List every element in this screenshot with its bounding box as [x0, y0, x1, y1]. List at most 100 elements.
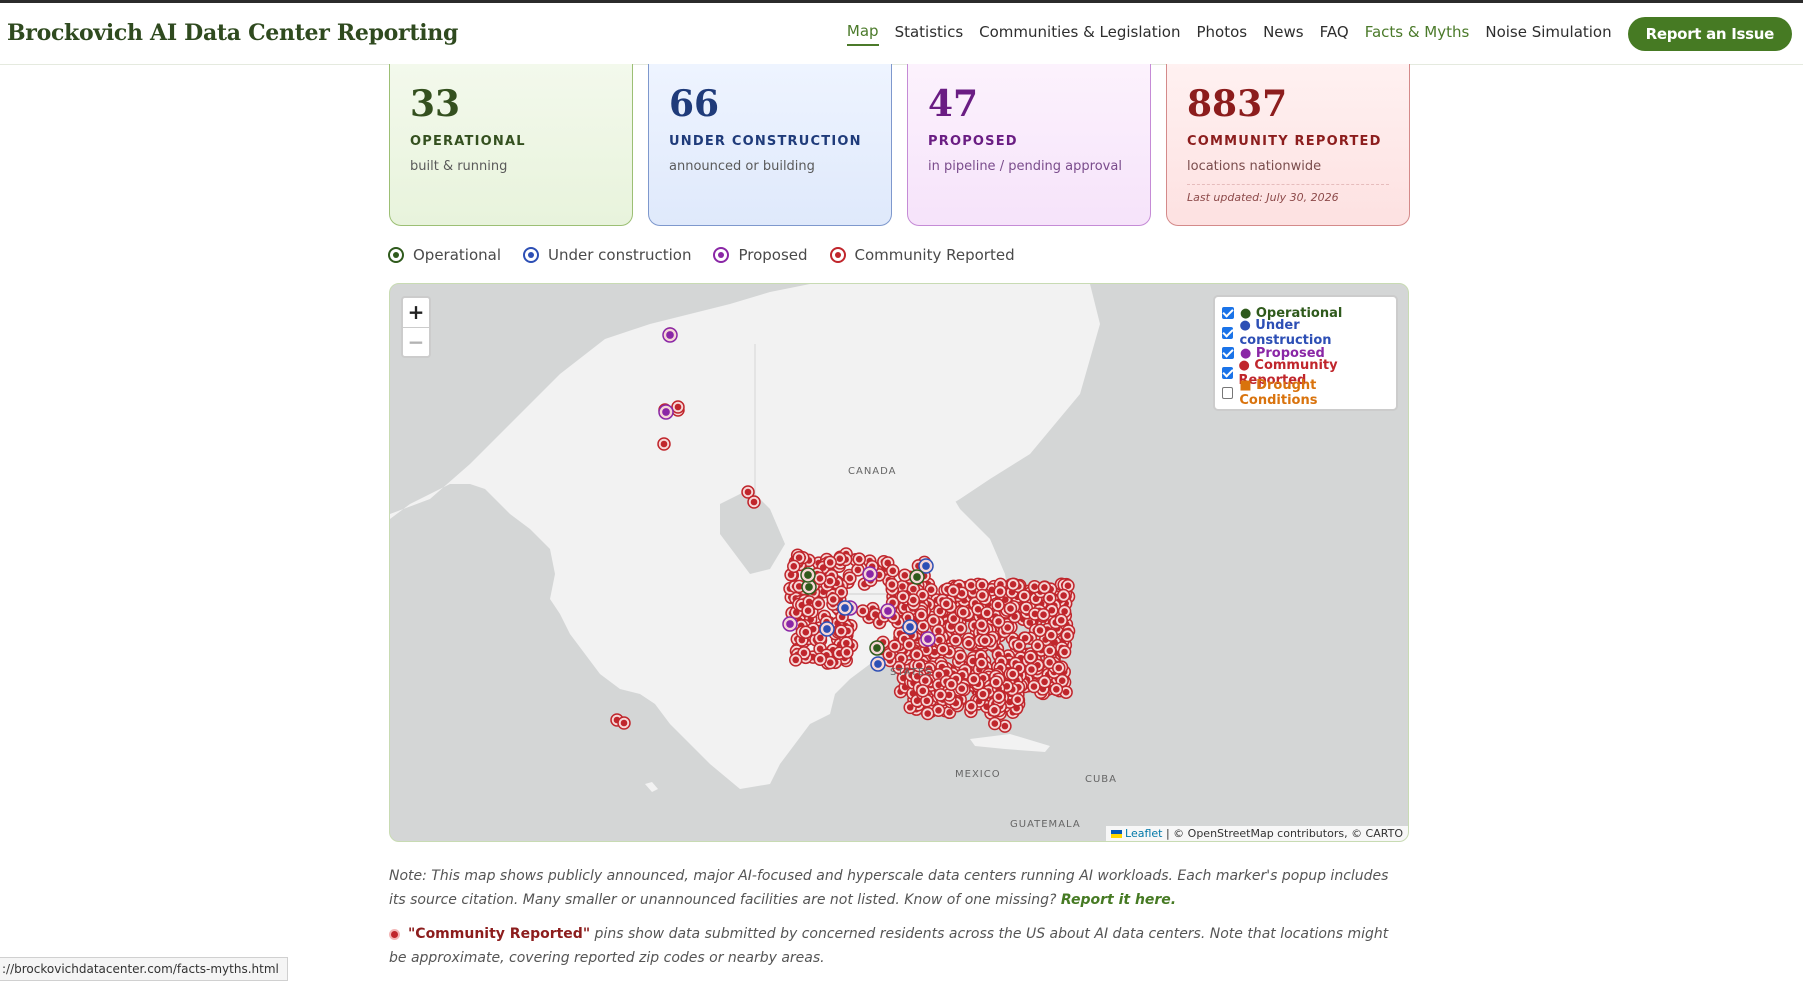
map-marker-core: [838, 588, 845, 596]
map-marker-core: [826, 559, 834, 566]
map-marker-core: [959, 608, 967, 616]
map-marker-core: [950, 615, 957, 622]
map-marker-core: [843, 649, 851, 656]
map-marker-core: [995, 618, 1002, 625]
label-mexico: MEXICO: [955, 769, 1001, 780]
legend-proposed: Proposed: [713, 246, 808, 264]
map-marker-core: [906, 623, 914, 631]
data-center-map[interactable]: CANADA STATES MEXICO CUBA GUATEMALA + − …: [389, 283, 1409, 842]
legend-under-construction: Under construction: [523, 246, 691, 264]
community-note: "Community Reported" pins show data subm…: [389, 922, 1389, 970]
map-marker-core: [805, 583, 813, 591]
map-marker-core: [855, 555, 863, 563]
map-marker-core: [936, 636, 943, 644]
nav-communities-legislation[interactable]: Communities & Legislation: [979, 23, 1180, 45]
map-marker-core: [1015, 642, 1023, 649]
nav-news[interactable]: News: [1263, 23, 1304, 45]
legend-label: Under construction: [548, 246, 692, 264]
ukraine-flag-icon: [1111, 830, 1123, 838]
card-number: 47: [928, 83, 979, 125]
nav-facts-myths[interactable]: Facts & Myths: [1365, 23, 1470, 45]
map-marker-core: [919, 622, 927, 630]
map-marker-core: [1047, 631, 1055, 639]
site-brand[interactable]: Brockovich AI Data Center Reporting: [7, 20, 458, 46]
map-marker-core: [957, 625, 964, 632]
map-marker-core: [804, 571, 812, 579]
checkbox-unchecked-icon[interactable]: [1222, 387, 1234, 399]
community-reported-label: "Community Reported": [408, 926, 591, 942]
marker-legend: Operational Under construction Proposed …: [388, 246, 1037, 264]
map-marker-core: [873, 644, 881, 652]
nav-statistics[interactable]: Statistics: [895, 23, 964, 45]
legend-operational: Operational: [388, 246, 501, 264]
layer-under-construction[interactable]: ● Under construction: [1222, 318, 1389, 348]
card-subtitle: built & running: [410, 159, 508, 174]
map-marker-core: [1064, 632, 1071, 639]
map-marker-core: [913, 573, 921, 581]
nav-photos[interactable]: Photos: [1196, 23, 1247, 45]
map-marker-core: [1046, 647, 1054, 655]
layer-label: ● Under construction: [1239, 318, 1332, 348]
card-number: 33: [410, 83, 461, 125]
map-marker-core: [948, 680, 955, 688]
map-marker-core: [790, 563, 798, 570]
map-marker-core: [660, 440, 668, 448]
map-marker-core: [815, 600, 822, 607]
map-marker-core: [1058, 677, 1066, 684]
attribution-text: | © OpenStreetMap contributors, © CARTO: [1162, 827, 1403, 840]
report-it-here-link[interactable]: Report it here.: [1061, 892, 1176, 908]
map-marker-core: [826, 577, 834, 585]
map-marker-core: [786, 620, 794, 628]
nav-map[interactable]: Map: [846, 22, 879, 46]
checkbox-checked-icon[interactable]: [1222, 347, 1234, 359]
card-subtitle: in pipeline / pending approval: [928, 159, 1122, 174]
map-marker-core: [1062, 688, 1070, 696]
map-marker-core: [979, 592, 986, 599]
zoom-out-button[interactable]: −: [403, 327, 429, 356]
card-label: PROPOSED: [928, 134, 1018, 149]
checkbox-checked-icon[interactable]: [1222, 327, 1234, 339]
map-marker-core: [901, 571, 909, 579]
nav-faq[interactable]: FAQ: [1320, 23, 1349, 45]
layer-drought-conditions[interactable]: ■ Drought Conditions: [1222, 378, 1389, 408]
zoom-in-button[interactable]: +: [403, 298, 429, 327]
map-marker-core: [1007, 605, 1014, 612]
legend-label: Proposed: [738, 246, 808, 264]
map-marker-core: [1061, 648, 1068, 656]
map-marker-core: [1046, 594, 1054, 602]
map-marker-core: [1020, 592, 1028, 600]
map-marker-core: [792, 656, 800, 664]
nav-noise-simulation[interactable]: Noise Simulation: [1485, 23, 1611, 45]
report-issue-button[interactable]: Report an Issue: [1627, 17, 1792, 51]
map-marker-core: [910, 585, 917, 593]
hawaii-land: [645, 782, 658, 792]
map-marker-core: [983, 609, 991, 617]
map-marker-core: [992, 678, 1000, 686]
map-marker-core: [1036, 627, 1044, 634]
layer-label: ■ Drought Conditions: [1239, 378, 1318, 408]
map-marker-core: [744, 488, 752, 496]
map-marker-core: [946, 709, 953, 716]
leaflet-link[interactable]: Leaflet: [1125, 827, 1162, 840]
checkbox-checked-icon[interactable]: [1222, 367, 1233, 379]
map-marker-core: [836, 555, 844, 562]
map-marker-core: [978, 581, 986, 589]
map-marker-core: [913, 651, 921, 658]
map-marker-core: [1060, 592, 1067, 599]
map-marker-core: [996, 588, 1004, 595]
card-label: UNDER CONSTRUCTION: [669, 134, 862, 149]
map-marker-core: [795, 554, 803, 562]
checkbox-checked-icon[interactable]: [1222, 307, 1234, 319]
map-marker-core: [800, 649, 808, 657]
layer-control: ● Operational ● Under construction ● Pro…: [1213, 295, 1398, 411]
card-operational: 33 OPERATIONAL built & running: [389, 64, 633, 226]
map-marker-core: [841, 604, 849, 612]
site-header: Brockovich AI Data Center Reporting Map …: [0, 3, 1803, 65]
map-marker-core: [978, 621, 985, 628]
map-marker-core: [1022, 604, 1030, 612]
map-marker-core: [802, 628, 810, 636]
label-guatemala: GUATEMALA: [1010, 819, 1081, 830]
map-marker-core: [1031, 583, 1038, 590]
map-marker-core: [965, 639, 972, 647]
map-marker-core: [919, 591, 926, 599]
